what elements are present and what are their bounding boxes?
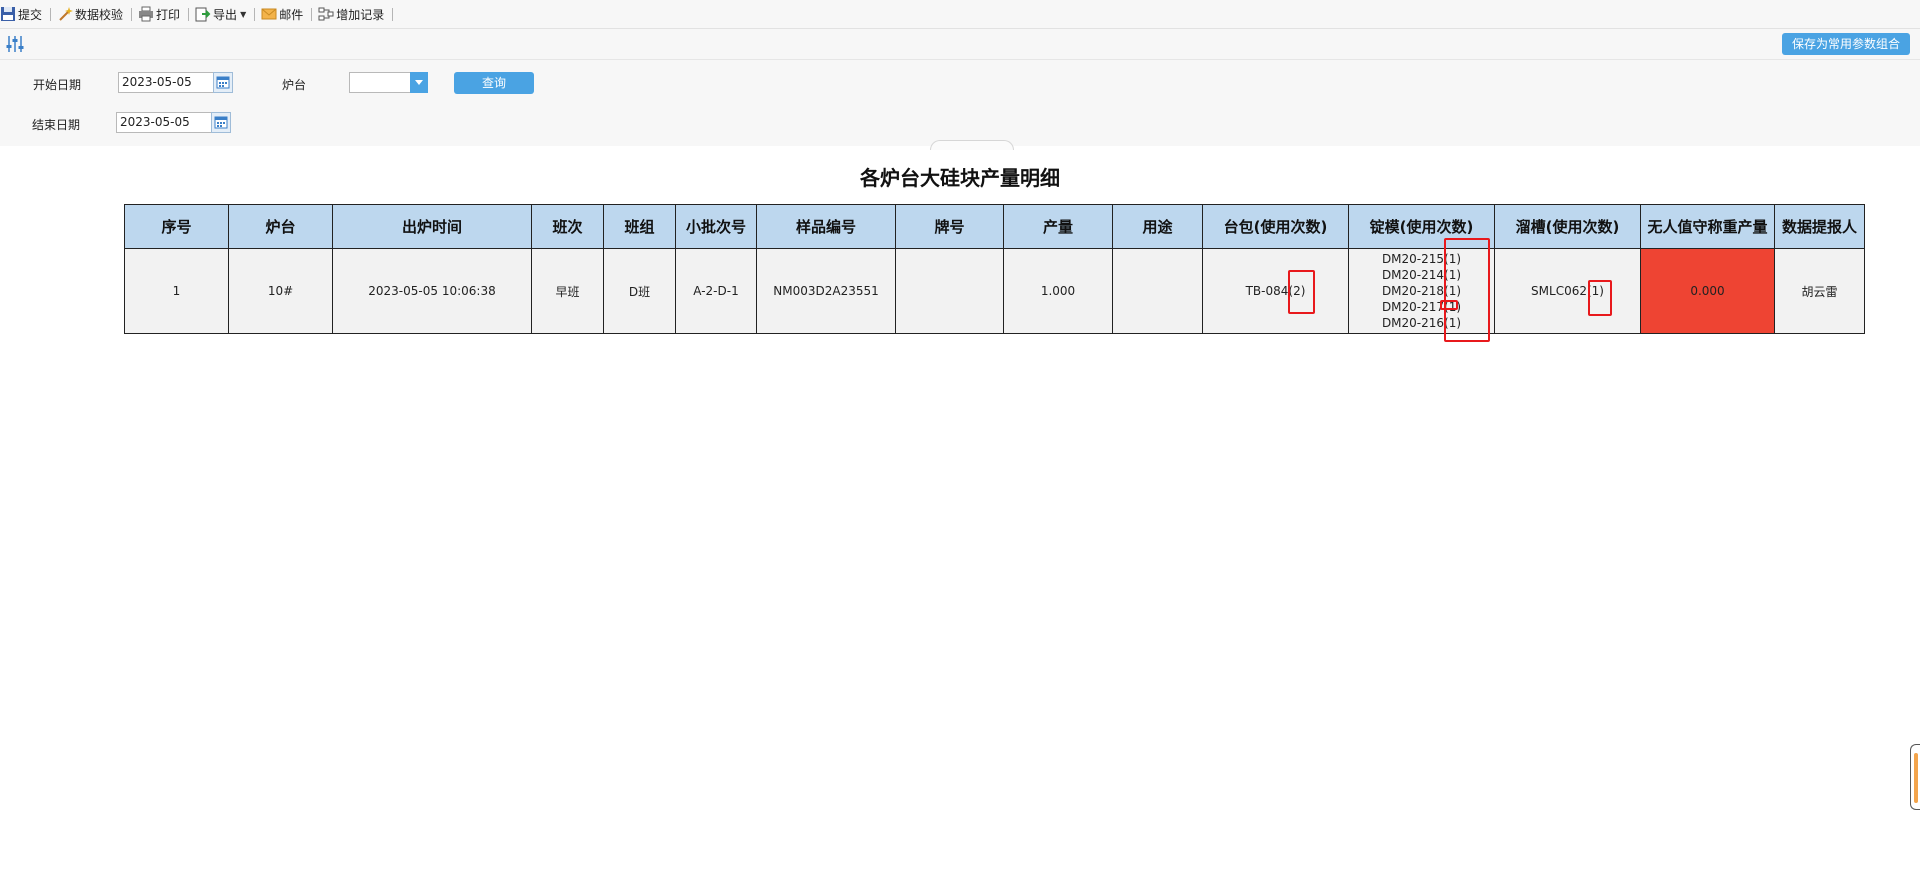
cell-sample: NM003D2A23551: [756, 248, 896, 334]
toolbar-divider: [50, 7, 52, 21]
wand-icon: [57, 6, 74, 22]
add-record-label: 增加记录: [336, 7, 385, 22]
cell-molds: DM20-215(1) DM20-214(1) DM20-218(1) DM20…: [1348, 248, 1495, 334]
end-date-label: 结束日期: [32, 118, 81, 132]
toolbar-divider: [188, 7, 190, 21]
column-header: 用途: [1112, 204, 1203, 249]
column-header: 出炉时间: [332, 204, 532, 249]
calendar-icon[interactable]: [211, 112, 231, 133]
cell-auto-weight: 0.000: [1640, 248, 1775, 334]
export-icon: [195, 6, 211, 22]
column-header: 班组: [603, 204, 676, 249]
furnace-select[interactable]: [349, 72, 411, 93]
chevron-down-icon[interactable]: [410, 72, 428, 93]
cell-grade: [895, 248, 1004, 334]
save-param-combo-button[interactable]: 保存为常用参数组合: [1782, 33, 1910, 55]
column-header: 小批次号: [675, 204, 757, 249]
submit-button[interactable]: 提交: [0, 0, 46, 29]
print-button[interactable]: 打印: [138, 0, 184, 29]
column-header: 无人值守称重产量: [1640, 204, 1775, 249]
column-header: 锭模(使用次数): [1348, 204, 1495, 249]
column-header: 牌号: [895, 204, 1004, 249]
print-label: 打印: [156, 7, 181, 22]
report-table: 序号 炉台 出炉时间 班次 班组 小批次号 样品编号 牌号 产量 用途 台包(使…: [124, 204, 1865, 334]
end-date-input[interactable]: 2023-05-05: [116, 112, 212, 133]
collapse-panel-handle[interactable]: [930, 140, 1014, 150]
column-header: 台包(使用次数): [1202, 204, 1349, 249]
cell-shift: 早班: [531, 248, 604, 334]
cell-furnace: 10#: [228, 248, 333, 334]
mold-item: DM20-216(1): [1381, 316, 1462, 330]
column-header: 样品编号: [756, 204, 896, 249]
column-header: 数据提报人: [1774, 204, 1865, 249]
start-date-input[interactable]: 2023-05-05: [118, 72, 214, 93]
cell-time: 2023-05-05 10:06:38: [332, 248, 532, 334]
toolbar-divider: [311, 7, 313, 21]
parameter-bar: 保存为常用参数组合: [0, 29, 1920, 60]
query-button[interactable]: 查询: [454, 72, 534, 94]
table-header-row: 序号 炉台 出炉时间 班次 班组 小批次号 样品编号 牌号 产量 用途 台包(使…: [124, 204, 1865, 249]
column-header: 产量: [1003, 204, 1113, 249]
cell-chute: SMLC062(1): [1494, 248, 1641, 334]
toolbar-divider: [131, 7, 133, 21]
mail-button[interactable]: 邮件: [261, 0, 307, 29]
scrollbar-grip: [1914, 753, 1918, 803]
toolbar: 提交 数据校验 打印 导出 ▼ 邮件 增加记录: [0, 0, 1920, 29]
toolbar-divider: [254, 7, 256, 21]
column-header: 班次: [531, 204, 604, 249]
mold-item: DM20-217(1): [1381, 300, 1462, 314]
scrollbar-thumb[interactable]: [1910, 744, 1920, 810]
furnace-label: 炉台: [282, 78, 307, 92]
toolbar-divider: [392, 7, 394, 21]
cell-team: D班: [603, 248, 676, 334]
export-button[interactable]: 导出 ▼: [195, 0, 250, 29]
column-header: 溜槽(使用次数): [1494, 204, 1641, 249]
column-header: 序号: [124, 204, 229, 249]
cell-reporter: 胡云雷: [1774, 248, 1865, 334]
start-date-label: 开始日期: [33, 78, 82, 92]
cell-ladle: TB-084(2): [1202, 248, 1349, 334]
calendar-icon[interactable]: [213, 72, 233, 93]
mail-icon: [261, 6, 277, 22]
mold-item: DM20-218(1): [1381, 284, 1462, 298]
report-title: 各炉台大硅块产量明细: [860, 166, 1060, 190]
mold-item: DM20-215(1): [1381, 252, 1462, 266]
save-icon: [0, 6, 16, 22]
query-panel: 开始日期 2023-05-05 炉台 查询 结束日期 2023-05-05: [0, 60, 1920, 150]
cell-output: 1.000: [1003, 248, 1113, 334]
submit-label: 提交: [18, 7, 43, 22]
data-validate-label: 数据校验: [75, 7, 124, 22]
table-row: 1 10# 2023-05-05 10:06:38 早班 D班 A-2-D-1 …: [124, 248, 1865, 334]
add-record-button[interactable]: 增加记录: [318, 0, 388, 29]
data-validate-button[interactable]: 数据校验: [57, 0, 127, 29]
mold-item: DM20-214(1): [1381, 268, 1462, 282]
cell-batch: A-2-D-1: [675, 248, 757, 334]
cell-seq: 1: [124, 248, 229, 334]
mail-label: 邮件: [279, 7, 304, 22]
column-header: 炉台: [228, 204, 333, 249]
chevron-down-icon: ▼: [240, 9, 247, 19]
add-record-icon: [318, 6, 334, 22]
cell-usage: [1112, 248, 1203, 334]
export-label: 导出: [213, 7, 238, 22]
sliders-icon[interactable]: [5, 34, 25, 54]
printer-icon: [138, 6, 154, 22]
